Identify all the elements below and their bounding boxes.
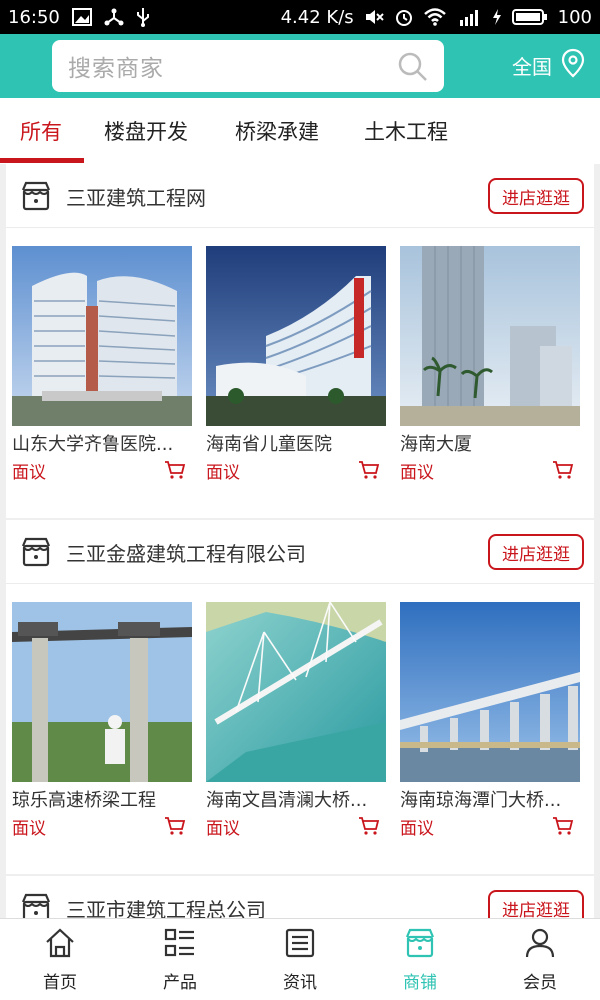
visit-shop-button[interactable]: 进店逛逛: [488, 178, 584, 214]
cart-icon[interactable]: [358, 460, 380, 484]
visit-shop-button[interactable]: 进店逛逛: [488, 890, 584, 918]
status-bar: 16:50 4.42 K/s 100: [0, 0, 600, 34]
nav-label: 资讯: [283, 973, 317, 993]
news-icon: [284, 927, 316, 964]
product-card[interactable]: 海南省儿童医院 面议: [206, 246, 386, 483]
shop-card: 三亚市建筑工程总公司 进店逛逛: [6, 876, 594, 918]
product-name: 海南大厦: [400, 434, 472, 455]
cart-icon[interactable]: [164, 460, 186, 484]
product-image[interactable]: [206, 246, 386, 426]
signal-icon: [456, 7, 482, 27]
store-icon: [20, 180, 52, 216]
product-name: 海南琼海潭门大桥...: [400, 790, 562, 811]
store-icon: [20, 892, 52, 918]
product-image[interactable]: [206, 602, 386, 782]
product-image[interactable]: [12, 246, 192, 426]
usb-icon: [136, 7, 150, 27]
app-header: 搜索商家 全国: [0, 34, 600, 98]
tab-all[interactable]: 所有: [20, 98, 62, 164]
product-image[interactable]: [400, 246, 580, 426]
home-icon: [44, 927, 76, 964]
wifi-icon: [423, 7, 446, 27]
nav-products[interactable]: 产品: [120, 919, 240, 1000]
nav-label: 产品: [163, 973, 197, 993]
tab-real-estate[interactable]: 楼盘开发: [104, 98, 188, 164]
product-name: 海南省儿童医院: [206, 434, 332, 455]
product-name: 海南文昌清澜大桥...: [206, 790, 368, 811]
alarm-icon: [394, 7, 414, 27]
location-pin-icon: [560, 48, 586, 83]
search-placeholder: 搜索商家: [68, 56, 164, 82]
shop-header[interactable]: 三亚建筑工程网 进店逛逛: [6, 164, 594, 228]
battery-level: 100: [557, 6, 592, 28]
search-input[interactable]: 搜索商家: [52, 40, 444, 92]
usb-share-icon: [104, 7, 124, 27]
region-selector[interactable]: 全国: [512, 48, 586, 83]
nav-member[interactable]: 会员: [480, 919, 600, 1000]
shop-card: 三亚建筑工程网 进店逛逛 山东大学齐鲁医院... 面议 海南省儿童医院 面议 海…: [6, 164, 594, 518]
image-notification-icon: [71, 7, 92, 27]
tab-bridge[interactable]: 桥梁承建: [235, 98, 319, 164]
shop-list: 三亚建筑工程网 进店逛逛 山东大学齐鲁医院... 面议 海南省儿童医院 面议 海…: [0, 164, 600, 918]
nav-label: 首页: [43, 973, 77, 993]
network-speed: 4.42 K/s: [280, 6, 354, 28]
shop-name: 三亚金盛建筑工程有限公司: [66, 542, 306, 566]
store-icon: [20, 536, 52, 572]
product-card[interactable]: 琼乐高速桥梁工程 面议: [12, 602, 192, 839]
shop-name: 三亚建筑工程网: [66, 186, 206, 210]
product-card[interactable]: 海南琼海潭门大桥... 面议: [400, 602, 580, 839]
product-name: 琼乐高速桥梁工程: [12, 790, 156, 811]
product-card[interactable]: 山东大学齐鲁医院... 面议: [12, 246, 192, 483]
grid-list-icon: [164, 927, 196, 964]
nav-shops[interactable]: 商铺: [360, 919, 480, 1000]
product-card[interactable]: 海南文昌清澜大桥... 面议: [206, 602, 386, 839]
mute-icon: [364, 7, 384, 27]
product-card[interactable]: 海南大厦 面议: [400, 246, 580, 483]
nav-news[interactable]: 资讯: [240, 919, 360, 1000]
search-icon[interactable]: [398, 52, 428, 86]
status-time: 16:50: [8, 6, 60, 28]
shop-name: 三亚市建筑工程总公司: [66, 898, 266, 918]
shop-card: 三亚金盛建筑工程有限公司 进店逛逛 琼乐高速桥梁工程 面议 海南文昌清澜大桥..…: [6, 520, 594, 874]
shop-header[interactable]: 三亚市建筑工程总公司 进店逛逛: [6, 876, 594, 918]
product-image[interactable]: [400, 602, 580, 782]
nav-home[interactable]: 首页: [0, 919, 120, 1000]
cart-icon[interactable]: [552, 460, 574, 484]
cart-icon[interactable]: [552, 816, 574, 840]
product-row: 山东大学齐鲁医院... 面议 海南省儿童医院 面议 海南大厦 面议: [6, 228, 594, 518]
shop-header[interactable]: 三亚金盛建筑工程有限公司 进店逛逛: [6, 520, 594, 584]
category-tabs: 所有 楼盘开发 桥梁承建 土木工程: [0, 98, 600, 164]
battery-icon: [511, 7, 548, 27]
nav-label: 会员: [523, 973, 557, 993]
region-label: 全国: [512, 55, 552, 79]
product-image[interactable]: [12, 602, 192, 782]
cart-icon[interactable]: [358, 816, 380, 840]
product-row: 琼乐高速桥梁工程 面议 海南文昌清澜大桥... 面议 海南琼海潭门大桥... 面…: [6, 584, 594, 874]
product-name: 山东大学齐鲁医院...: [12, 434, 174, 455]
nav-label: 商铺: [403, 973, 437, 993]
user-icon: [524, 927, 556, 964]
visit-shop-button[interactable]: 进店逛逛: [488, 534, 584, 570]
shop-icon: [404, 927, 436, 964]
bottom-navigation: 首页 产品 资讯 商铺 会员: [0, 918, 600, 1000]
tab-civil[interactable]: 土木工程: [364, 98, 448, 164]
cart-icon[interactable]: [164, 816, 186, 840]
charging-icon: [492, 7, 502, 27]
active-tab-indicator: [0, 158, 84, 163]
